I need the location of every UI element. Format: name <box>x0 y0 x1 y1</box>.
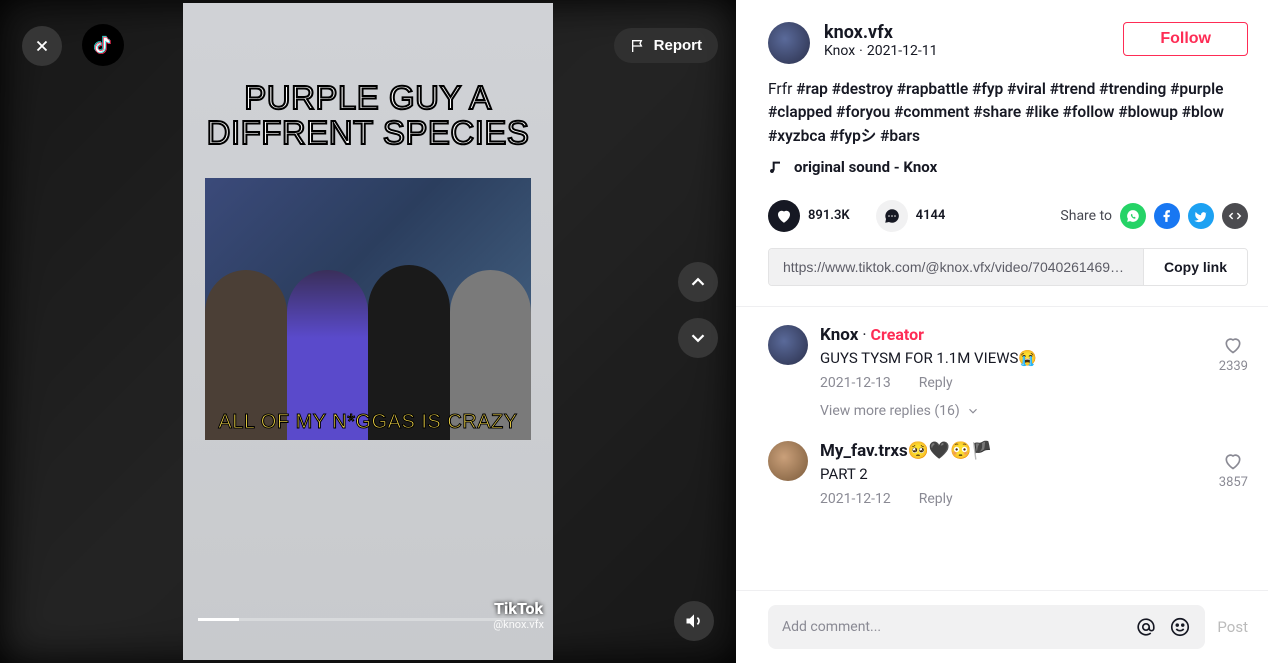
comment-author[interactable]: Knox <box>820 325 858 345</box>
comment-avatar[interactable] <box>768 441 808 481</box>
comment-date: 2021-12-13 <box>820 375 891 391</box>
author-avatar[interactable] <box>768 22 810 64</box>
comment-composer: Add comment... Post <box>736 590 1268 663</box>
view-replies-label: View more replies (16) <box>820 403 960 419</box>
meme-caption: ALL OF MY N*GGAS IS CRAZY <box>218 411 517 434</box>
meme-title-line1: PURPLE GUY A <box>207 81 530 116</box>
info-panel: knox.vfx Knox·2021-12-11 Follow Frfr #ra… <box>736 0 1268 663</box>
comment-stat[interactable]: 4144 <box>876 200 946 232</box>
comment-reply-button[interactable]: Reply <box>919 491 953 507</box>
video-content[interactable]: PURPLE GUY A DIFFRENT SPECIES ALL OF MY … <box>183 3 553 660</box>
follow-button[interactable]: Follow <box>1123 22 1248 56</box>
post-comment-button[interactable]: Post <box>1217 618 1248 636</box>
view-replies-button[interactable]: View more replies (16) <box>820 403 1207 419</box>
comment-item: Knox·Creator GUYS TYSM FOR 1.1M VIEWS😭 2… <box>768 325 1248 419</box>
stats-row: 891.3K 4144 Share to <box>736 176 1268 232</box>
music-note-icon <box>768 159 784 175</box>
share-embed-button[interactable] <box>1222 203 1248 229</box>
flag-icon <box>630 38 646 54</box>
comment-text: GUYS TYSM FOR 1.1M VIEWS😭 <box>820 349 1207 367</box>
comment-like[interactable]: 3857 <box>1219 441 1248 507</box>
caption-text: Frfr <box>768 80 796 98</box>
share-whatsapp-button[interactable] <box>1120 203 1146 229</box>
comment-count: 4144 <box>916 208 946 223</box>
comment-item: My_fav.trxs🥺🖤😳🏴 PART 2 2021-12-12 Reply … <box>768 441 1248 507</box>
chevron-up-icon <box>687 271 709 293</box>
volume-button[interactable] <box>674 601 714 641</box>
share-to-label: Share to <box>1060 208 1112 224</box>
watermark-brand: TikTok <box>493 599 544 618</box>
close-button[interactable] <box>22 26 62 66</box>
sound-label: original sound - Knox <box>794 158 937 176</box>
video-progress[interactable] <box>198 618 538 621</box>
twitter-icon <box>1194 209 1208 223</box>
comment-text: PART 2 <box>820 465 1207 483</box>
caption-tags[interactable]: #rap #destroy #rapbattle #fyp #viral #tr… <box>768 80 1224 145</box>
comment-placeholder: Add comment... <box>782 619 881 635</box>
author-username[interactable]: knox.vfx <box>824 22 1109 43</box>
video-progress-fill <box>198 618 239 621</box>
facebook-icon <box>1160 209 1174 223</box>
tiktok-logo-icon <box>92 34 114 56</box>
comment-date: 2021-12-12 <box>820 491 891 507</box>
code-icon <box>1228 209 1242 223</box>
heart-icon <box>775 207 793 225</box>
share-link-row: Copy link <box>768 248 1248 286</box>
sound-row[interactable]: original sound - Knox <box>736 148 1268 176</box>
next-video-button[interactable] <box>678 318 718 358</box>
author-subline: Knox·2021-12-11 <box>824 43 1109 59</box>
share-block: Share to <box>1060 203 1248 229</box>
share-link-input[interactable] <box>769 249 1143 285</box>
watermark-user: @knox.vfx <box>493 618 544 631</box>
comment-like-count: 3857 <box>1219 475 1248 490</box>
whatsapp-icon <box>1126 209 1140 223</box>
share-twitter-button[interactable] <box>1188 203 1214 229</box>
meme-title: PURPLE GUY A DIFFRENT SPECIES <box>207 81 530 150</box>
chevron-down-icon <box>966 404 980 418</box>
comment-reply-button[interactable]: Reply <box>919 375 953 391</box>
comment-icon <box>883 207 901 225</box>
video-panel: PURPLE GUY A DIFFRENT SPECIES ALL OF MY … <box>0 0 736 663</box>
like-count: 891.3K <box>808 208 850 223</box>
mention-icon[interactable] <box>1135 616 1157 638</box>
close-icon <box>33 37 51 55</box>
emoji-icon[interactable] <box>1169 616 1191 638</box>
tiktok-logo[interactable] <box>82 24 124 66</box>
video-caption: Frfr #rap #destroy #rapbattle #fyp #vira… <box>736 64 1268 148</box>
report-button[interactable]: Report <box>614 28 718 63</box>
comments-list[interactable]: Knox·Creator GUYS TYSM FOR 1.1M VIEWS😭 2… <box>736 307 1268 590</box>
copy-link-button[interactable]: Copy link <box>1143 249 1247 285</box>
previous-video-button[interactable] <box>678 262 718 302</box>
volume-icon <box>684 611 704 631</box>
post-date: 2021-12-11 <box>867 43 938 59</box>
meme-image: ALL OF MY N*GGAS IS CRAZY <box>205 178 531 440</box>
comment-avatar[interactable] <box>768 325 808 365</box>
heart-outline-icon <box>1223 335 1243 355</box>
video-watermark: TikTok @knox.vfx <box>493 599 544 631</box>
chevron-down-icon <box>687 327 709 349</box>
author-header: knox.vfx Knox·2021-12-11 Follow <box>736 0 1268 64</box>
comment-input[interactable]: Add comment... <box>768 605 1205 649</box>
meme-title-line2: DIFFRENT SPECIES <box>207 116 530 151</box>
creator-badge: Creator <box>871 325 924 344</box>
heart-outline-icon <box>1223 451 1243 471</box>
report-label: Report <box>654 37 702 54</box>
author-display-name: Knox <box>824 43 855 59</box>
comment-like-count: 2339 <box>1219 359 1248 374</box>
comment-author[interactable]: My_fav.trxs🥺🖤😳🏴 <box>820 441 1207 461</box>
comment-like[interactable]: 2339 <box>1219 325 1248 419</box>
like-stat[interactable]: 891.3K <box>768 200 850 232</box>
share-facebook-button[interactable] <box>1154 203 1180 229</box>
